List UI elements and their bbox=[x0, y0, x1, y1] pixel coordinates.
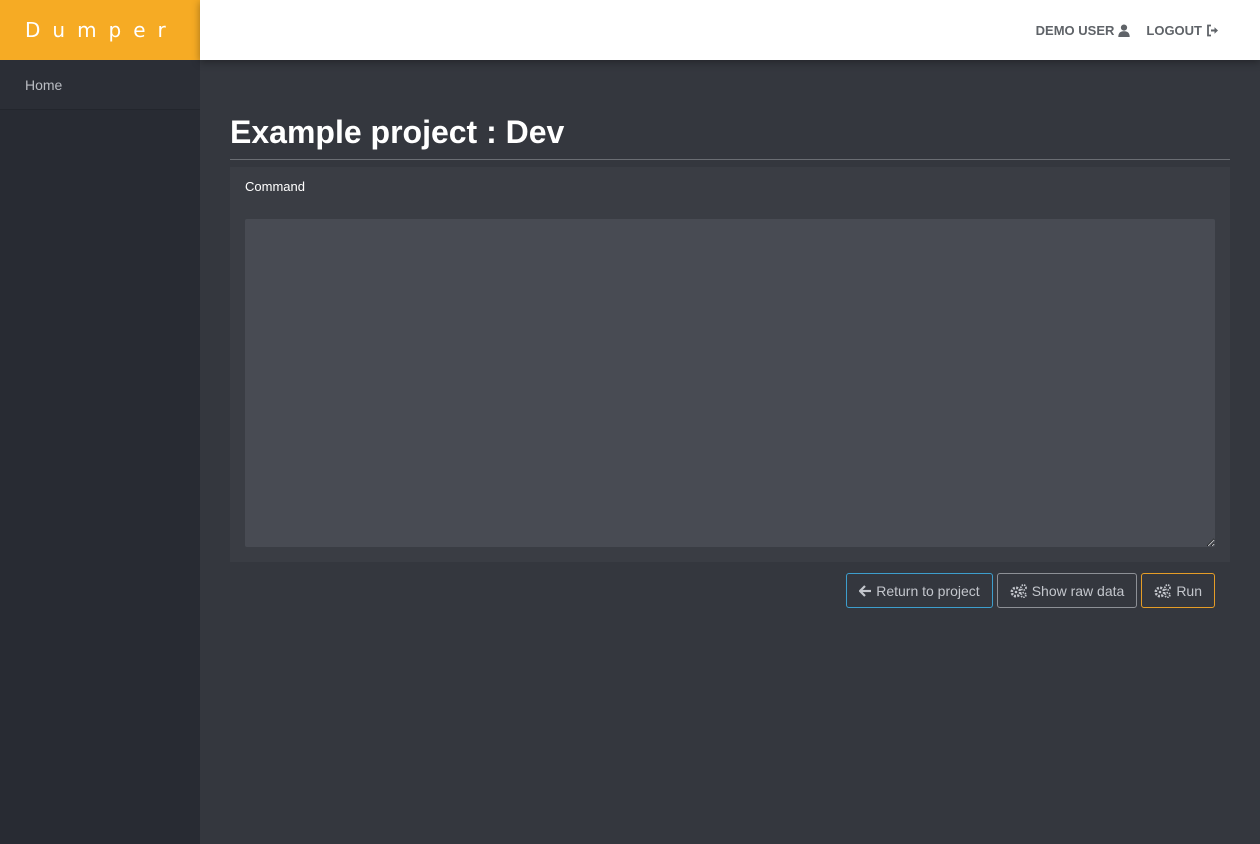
logout-label: LOGOUT bbox=[1146, 22, 1202, 38]
return-to-project-button[interactable]: Return to project bbox=[846, 573, 993, 608]
logout-link[interactable]: LOGOUT bbox=[1146, 23, 1220, 38]
show-raw-data-button[interactable]: Show raw data bbox=[996, 573, 1138, 608]
arrow-left-icon bbox=[859, 584, 872, 597]
sign-out-icon bbox=[1206, 24, 1220, 37]
cogs-icon bbox=[1010, 583, 1028, 598]
main-content: Example project : Dev Command Return to … bbox=[200, 60, 1260, 844]
run-label: Run bbox=[1176, 582, 1202, 599]
return-to-project-label: Return to project bbox=[876, 582, 980, 599]
title-divider bbox=[230, 159, 1230, 160]
command-panel: Command bbox=[230, 167, 1230, 562]
show-raw-data-label: Show raw data bbox=[1031, 582, 1125, 599]
user-icon bbox=[1118, 24, 1131, 37]
sidebar: Home bbox=[0, 60, 200, 844]
top-navbar: DEMO USER LOGOUT bbox=[200, 0, 1260, 60]
sidebar-item-home[interactable]: Home bbox=[0, 60, 200, 110]
user-link[interactable]: DEMO USER bbox=[1036, 23, 1131, 38]
command-label: Command bbox=[245, 179, 305, 194]
cogs-icon bbox=[1154, 583, 1172, 598]
sidebar-item-label: Home bbox=[25, 76, 63, 93]
action-buttons: Return to project Show raw data Run bbox=[846, 573, 1215, 608]
brand-logo[interactable]: Dumper bbox=[0, 0, 200, 60]
page-title: Example project : Dev bbox=[230, 114, 565, 150]
app-root: Dumper DEMO USER LOGOUT Home Example pro… bbox=[0, 0, 1260, 844]
command-input[interactable] bbox=[245, 219, 1215, 547]
brand-name: Dumper bbox=[25, 18, 178, 42]
user-menu: DEMO USER LOGOUT bbox=[1036, 0, 1220, 60]
user-name: DEMO USER bbox=[1035, 22, 1115, 38]
run-button[interactable]: Run bbox=[1141, 573, 1215, 608]
